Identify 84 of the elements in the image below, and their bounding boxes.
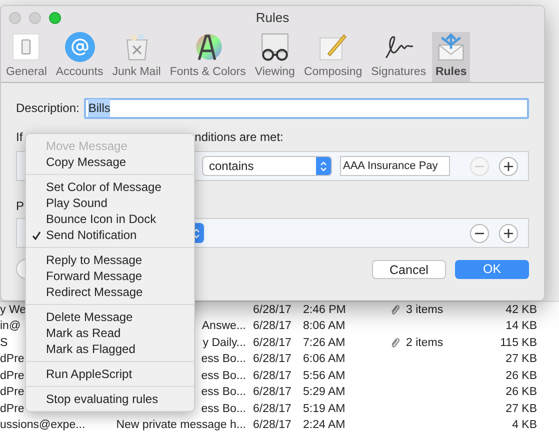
sender-cell-text: y We bbox=[0, 302, 26, 318]
date-cell-text: 6/28/17 bbox=[253, 352, 292, 368]
window-title: Rules bbox=[256, 9, 290, 28]
sender-cell-text: dPre bbox=[0, 385, 24, 400]
toolbar-tab[interactable]: Signatures bbox=[368, 32, 430, 82]
plus-icon bbox=[503, 228, 514, 238]
sender-cell-text: in@ bbox=[0, 319, 21, 334]
paper-pencil-icon bbox=[318, 32, 348, 62]
size-cell-text: 115 KB bbox=[500, 336, 537, 351]
date-cell-text: 6/28/17 bbox=[253, 302, 292, 318]
sender-cell-text: dPre bbox=[0, 402, 24, 417]
time-cell-text: 7:26 AM bbox=[303, 336, 346, 351]
menu-item[interactable]: Stop evaluating rules bbox=[26, 391, 194, 407]
size-cell-text: 27 KB bbox=[506, 402, 537, 417]
description-label: Description: bbox=[16, 100, 80, 117]
menu-item[interactable]: Copy Message bbox=[26, 154, 194, 170]
operator-popup[interactable]: contains bbox=[202, 156, 332, 176]
menu-item[interactable]: Set Color of Message bbox=[26, 179, 194, 195]
subject-cell-text: ess Bo... bbox=[201, 402, 246, 417]
date-cell-text: 6/28/17 bbox=[253, 385, 292, 400]
time-cell-text: 5:56 AM bbox=[303, 368, 346, 384]
menu-item[interactable]: Play Sound bbox=[26, 195, 194, 211]
size-cell-text: 42 KB bbox=[506, 302, 537, 318]
size-cell-text: 27 KB bbox=[506, 352, 537, 368]
add-condition-button[interactable] bbox=[499, 156, 518, 176]
if-label: If bbox=[16, 129, 23, 146]
size-cell-text: 26 KB bbox=[506, 368, 537, 384]
date-cell-text: 6/28/17 bbox=[253, 336, 292, 351]
time-cell-text: 5:29 AM bbox=[303, 385, 346, 400]
sender-cell-text: dPre bbox=[0, 368, 24, 384]
menu-item[interactable]: Reply to Message bbox=[26, 252, 194, 268]
paperclip-icon bbox=[390, 304, 400, 316]
attachments-cell-text: 2 items bbox=[406, 336, 444, 351]
subject-cell-text: ess Bo... bbox=[201, 385, 246, 400]
date-cell-text: 6/28/17 bbox=[253, 402, 292, 417]
toolbar-tab[interactable]: Junk Mail bbox=[109, 32, 164, 82]
time-cell-text: 2:24 AM bbox=[303, 418, 346, 434]
sender-cell-text: S bbox=[0, 336, 8, 351]
menu-item[interactable]: Mark as Flagged bbox=[26, 341, 194, 357]
time-cell-text: 8:06 AM bbox=[303, 319, 346, 334]
subject-cell-text: ess Bo... bbox=[201, 368, 246, 384]
date-cell-text: 6/28/17 bbox=[253, 418, 292, 434]
time-cell-text: 6:06 AM bbox=[303, 352, 346, 368]
toolbar-tab[interactable]: Fonts & Colors bbox=[166, 32, 249, 82]
perform-label: P bbox=[16, 198, 24, 215]
subject-cell-text: Answe... bbox=[202, 319, 246, 334]
checkmark-icon bbox=[32, 230, 40, 240]
size-cell-text: 26 KB bbox=[506, 385, 537, 400]
description-field[interactable]: Bills bbox=[84, 98, 529, 118]
menu-item[interactable]: Redirect Message bbox=[26, 284, 194, 300]
plus-icon bbox=[503, 160, 514, 172]
toolbar-tab[interactable]: Rules bbox=[432, 32, 470, 82]
updown-arrows-icon bbox=[193, 228, 200, 238]
menu-item[interactable]: Bounce Icon in Dock bbox=[26, 211, 194, 227]
size-cell-text: 14 KB bbox=[506, 319, 537, 334]
toolbar-tab[interactable]: Accounts bbox=[52, 32, 106, 82]
date-cell-text: 6/28/17 bbox=[253, 368, 292, 384]
subject-cell-text: y Daily... bbox=[202, 336, 246, 351]
zoom-button[interactable] bbox=[49, 12, 61, 24]
time-cell-text: 2:46 PM bbox=[303, 302, 347, 318]
add-action-button[interactable] bbox=[499, 224, 518, 242]
attachments-cell-text: 3 items bbox=[406, 302, 444, 318]
toolbar-tab[interactable]: General bbox=[3, 32, 50, 82]
menu-item[interactable]: Forward Message bbox=[26, 268, 194, 284]
toolbar-tab[interactable]: Composing bbox=[300, 32, 366, 82]
date-cell-text: 6/28/17 bbox=[253, 319, 292, 334]
at-sign-icon bbox=[64, 32, 95, 62]
menu-item[interactable]: Run AppleScript bbox=[26, 366, 194, 382]
cancel-button[interactable]: Cancel bbox=[372, 260, 446, 278]
updown-arrows-icon bbox=[320, 160, 327, 172]
conditions-label: nditions are met: bbox=[194, 129, 284, 146]
time-cell-text: 5:19 AM bbox=[303, 402, 346, 417]
subject-cell-text: ess Bo... bbox=[201, 352, 246, 368]
subject-cell-text: New private message h... bbox=[116, 418, 246, 434]
remove-action-button[interactable] bbox=[470, 224, 489, 242]
paperclip-icon bbox=[390, 337, 400, 350]
menu-item[interactable]: Delete Message bbox=[26, 309, 194, 325]
size-cell-text: 4 KB bbox=[512, 418, 537, 434]
menu-item[interactable]: Send Notification bbox=[26, 227, 194, 243]
sender-cell-text: dPre bbox=[0, 352, 24, 368]
condition-value-field[interactable]: AAA Insurance Pay bbox=[340, 156, 450, 176]
toolbar-tab[interactable]: Viewing bbox=[252, 32, 298, 82]
sender-cell-text: ussions@expe... bbox=[0, 418, 86, 434]
menu-item[interactable]: Mark as Read bbox=[26, 325, 194, 341]
